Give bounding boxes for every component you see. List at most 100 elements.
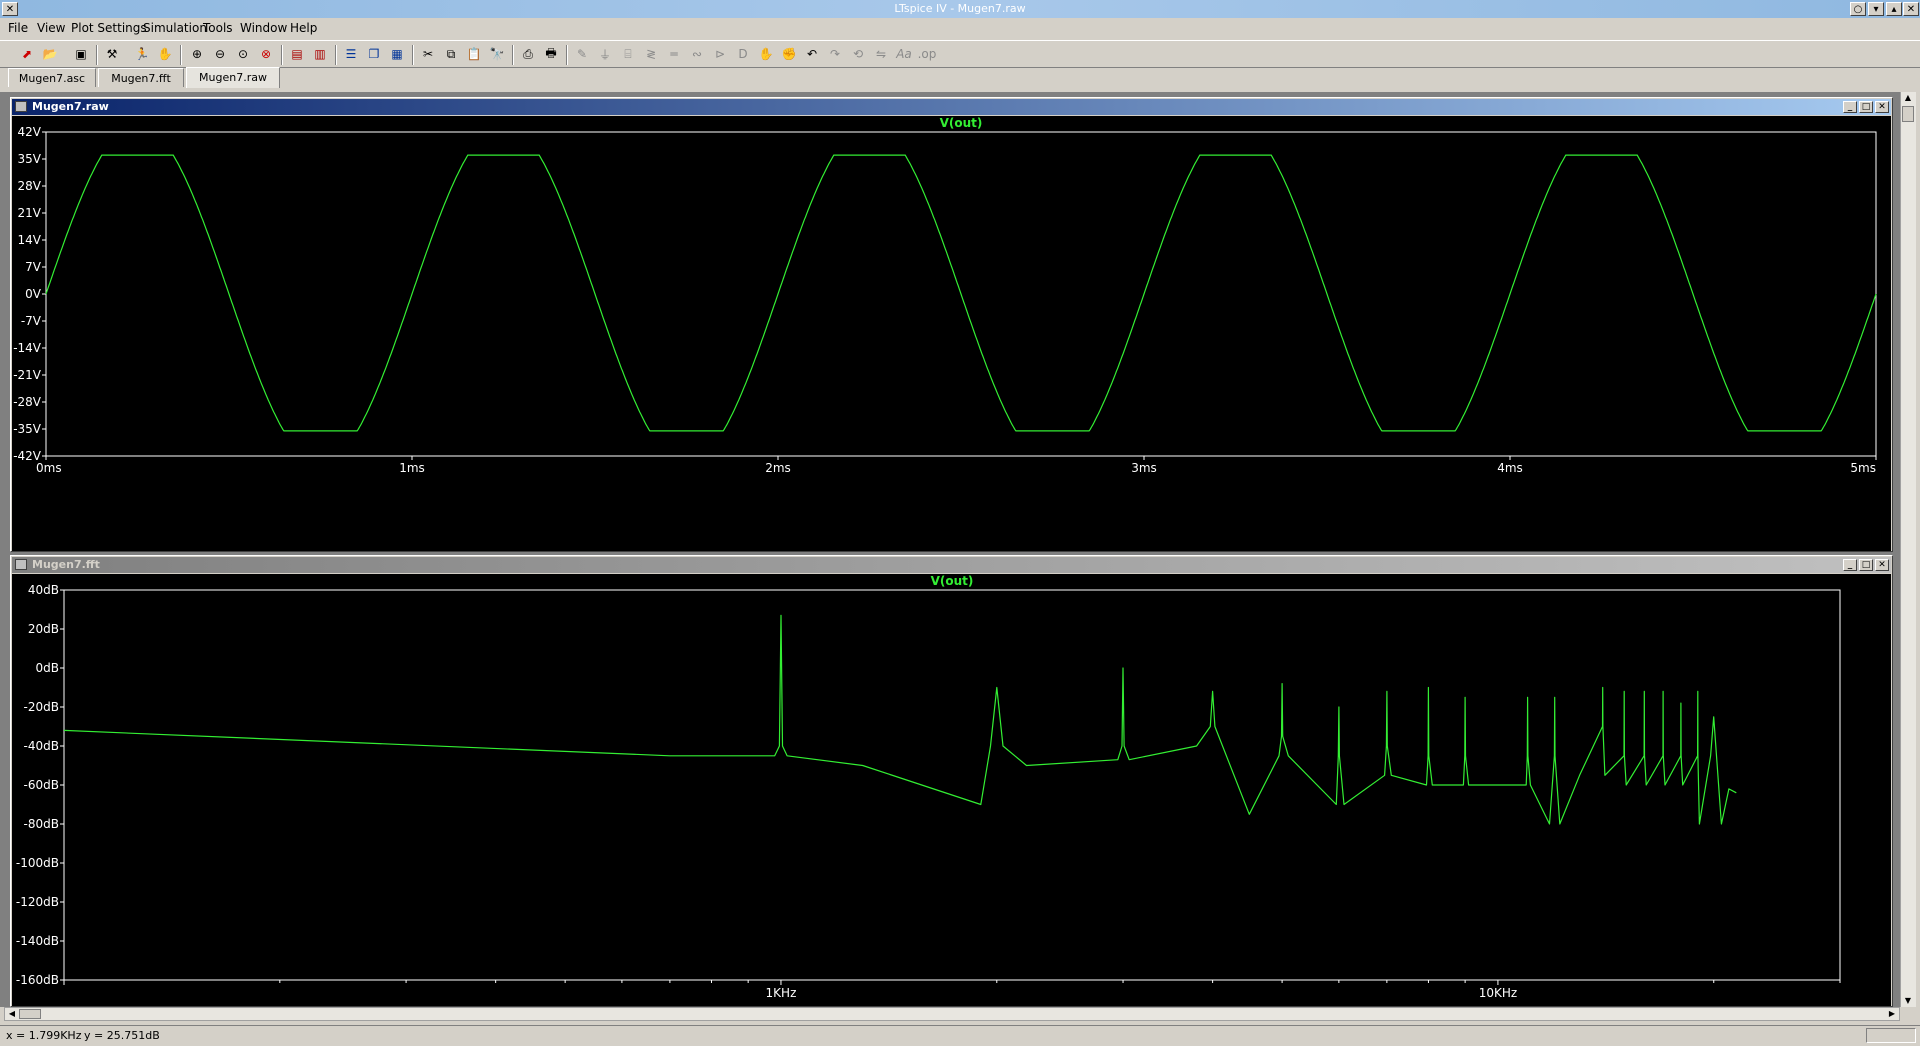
maximize-icon[interactable]: ▴	[1886, 2, 1902, 16]
autorange-icon[interactable]: ▤	[288, 45, 306, 63]
waveform-chart[interactable]: V(out) 42V 35V 28V 21V 14V 7V 0V -7V -14V -21V -28V…	[12, 116, 1891, 551]
maximize-icon[interactable]: □	[1859, 559, 1873, 571]
print-icon[interactable]: 🖶	[542, 45, 560, 63]
component-icon[interactable]: D	[734, 45, 752, 63]
status-bar: x = 1.799KHz y = 25.751dB	[0, 1025, 1920, 1046]
tab-mugen7-fft[interactable]: Mugen7.fft	[98, 68, 184, 87]
x-tick-label: 0ms	[36, 461, 62, 475]
y-tick-label: -140dB	[16, 934, 59, 948]
redo-icon[interactable]: ↷	[826, 45, 844, 63]
plot-title: V(out)	[931, 574, 974, 588]
waveform-plot[interactable]: V(out) 42V 35V 28V 21V 14V 7V 0V -7V -14V -21V -28V…	[12, 116, 1891, 551]
tile-vertical-icon[interactable]: ▦	[388, 45, 406, 63]
x-tick-label: 10KHz	[1479, 986, 1517, 1000]
window-close-icon[interactable]: ✕	[1903, 2, 1919, 16]
scroll-up-icon[interactable]: ▲	[1901, 92, 1915, 104]
fft-plot[interactable]: V(out) 40dB 20dB 0dB -20dB -40dB -60dB -80dB -10…	[12, 574, 1891, 1006]
save-icon[interactable]: ▣	[72, 45, 90, 63]
mirror-icon[interactable]: ⇋	[872, 45, 890, 63]
scroll-down-icon[interactable]: ▼	[1901, 995, 1915, 1007]
cut-icon[interactable]: ✂	[419, 45, 437, 63]
y-tick-label: 14V	[18, 233, 42, 247]
label-icon[interactable]: ⌸	[619, 45, 637, 63]
y-tick-label: -35V	[13, 422, 42, 436]
zoom-fit-icon[interactable]: ⊙	[234, 45, 252, 63]
y-tick-label: -100dB	[16, 856, 59, 870]
menu-plot-settings[interactable]: Plot Settings	[71, 21, 147, 35]
status-x-readout: x = 1.799KHz	[6, 1029, 82, 1042]
scroll-left-icon[interactable]: ◀	[5, 1008, 19, 1020]
cascade-icon[interactable]: ❐	[365, 45, 383, 63]
y-tick-label: 20dB	[28, 622, 59, 636]
fft-window-titlebar[interactable]: Mugen7.fft _ □ ✕	[12, 557, 1891, 573]
run-icon[interactable]: 🏃	[133, 45, 151, 63]
waveform-window-icon	[15, 101, 27, 112]
minimize-icon[interactable]: _	[1843, 559, 1857, 571]
drag-icon[interactable]: ✊	[780, 45, 798, 63]
tab-mugen7-asc[interactable]: Mugen7.asc	[8, 68, 96, 87]
rotate-icon[interactable]: ⟲	[849, 45, 867, 63]
new-schematic-icon[interactable]: ⬈	[18, 45, 36, 63]
horizontal-scrollbar[interactable]: ◀ ▶	[4, 1007, 1900, 1021]
menu-tools[interactable]: Tools	[203, 21, 233, 35]
scroll-right-icon[interactable]: ▶	[1885, 1008, 1899, 1020]
close-icon[interactable]: ✕	[1875, 101, 1889, 113]
document-tabs: Mugen7.asc Mugen7.fft Mugen7.raw	[0, 67, 1920, 90]
capacitor-icon[interactable]: ═	[665, 45, 683, 63]
halt-icon[interactable]: ✋	[156, 45, 174, 63]
close-icon[interactable]: ✕	[1875, 559, 1889, 571]
zoom-cancel-icon[interactable]: ⊗	[257, 45, 275, 63]
waveform-window-titlebar[interactable]: Mugen7.raw _ □ ✕	[12, 99, 1891, 115]
menu-file[interactable]: File	[8, 21, 28, 35]
resistor-icon[interactable]: ≷	[642, 45, 660, 63]
ground-icon[interactable]: ⏚	[596, 45, 614, 63]
restore-icon[interactable]: ○	[1850, 2, 1866, 16]
menu-simulation[interactable]: Simulation	[143, 21, 207, 35]
move-icon[interactable]: ✋	[757, 45, 775, 63]
x-tick-label: 3ms	[1131, 461, 1157, 475]
horizontal-scroll-thumb[interactable]	[19, 1009, 41, 1019]
copy-icon[interactable]: ⧉	[442, 45, 460, 63]
undo-icon[interactable]: ↶	[803, 45, 821, 63]
diode-icon[interactable]: ⊳	[711, 45, 729, 63]
menu-window[interactable]: Window	[240, 21, 287, 35]
maximize-icon[interactable]: □	[1859, 101, 1873, 113]
fft-chart[interactable]: V(out) 40dB 20dB 0dB -20dB -40dB -60dB -80dB -10…	[12, 574, 1891, 1006]
x-tick-label: 5ms	[1850, 461, 1876, 475]
find-icon[interactable]: 🔭	[488, 45, 506, 63]
vertical-scroll-thumb[interactable]	[1902, 106, 1914, 122]
spice-directive-icon[interactable]: .op	[918, 45, 937, 63]
y-tick-label: -20dB	[24, 700, 59, 714]
x-tick-label: 1ms	[399, 461, 425, 475]
zoom-in-icon[interactable]: ⊕	[188, 45, 206, 63]
paste-icon[interactable]: 📋	[465, 45, 483, 63]
menu-view[interactable]: View	[37, 21, 65, 35]
y-tick-label: -28V	[13, 395, 42, 409]
app-title: LTspice IV - Mugen7.raw	[894, 2, 1026, 15]
tile-horizontal-icon[interactable]: ☰	[342, 45, 360, 63]
text-icon[interactable]: Aa	[895, 45, 913, 63]
minimize-icon[interactable]: _	[1843, 101, 1857, 113]
close-icon[interactable]: ✕	[2, 2, 18, 16]
plot-title: V(out)	[940, 116, 983, 130]
print-preview-icon[interactable]: ⎙	[519, 45, 537, 63]
zoom-out-icon[interactable]: ⊖	[211, 45, 229, 63]
minimize-icon[interactable]: ▾	[1868, 2, 1884, 16]
y-tick-label: 35V	[18, 152, 42, 166]
toolbar-separator	[412, 45, 414, 65]
open-icon[interactable]: 📂	[41, 45, 59, 63]
x-tick-label: 4ms	[1497, 461, 1523, 475]
menu-help[interactable]: Help	[290, 21, 317, 35]
edit-window-icon[interactable]: ▥	[311, 45, 329, 63]
waveform-window[interactable]: Mugen7.raw _ □ ✕ V(out) 42V 35V 28V 21V 14V 7V…	[10, 97, 1893, 552]
y-tick-label: 0dB	[36, 661, 59, 675]
tab-mugen7-raw[interactable]: Mugen7.raw	[186, 67, 280, 88]
mdi-client-area: Mugen7.raw _ □ ✕ V(out) 42V 35V 28V 21V 14V 7V…	[0, 92, 1900, 1007]
fft-window[interactable]: Mugen7.fft _ □ ✕ V(out) 40dB 20dB 0dB -20dB -…	[10, 555, 1893, 1007]
wire-icon[interactable]: ✎	[573, 45, 591, 63]
vertical-scrollbar[interactable]: ▲ ▼	[1900, 92, 1916, 1007]
fft-window-title: Mugen7.fft	[32, 558, 100, 571]
inductor-icon[interactable]: ∾	[688, 45, 706, 63]
toolbar-separator	[512, 45, 514, 65]
control-panel-icon[interactable]: ⚒	[103, 45, 121, 63]
